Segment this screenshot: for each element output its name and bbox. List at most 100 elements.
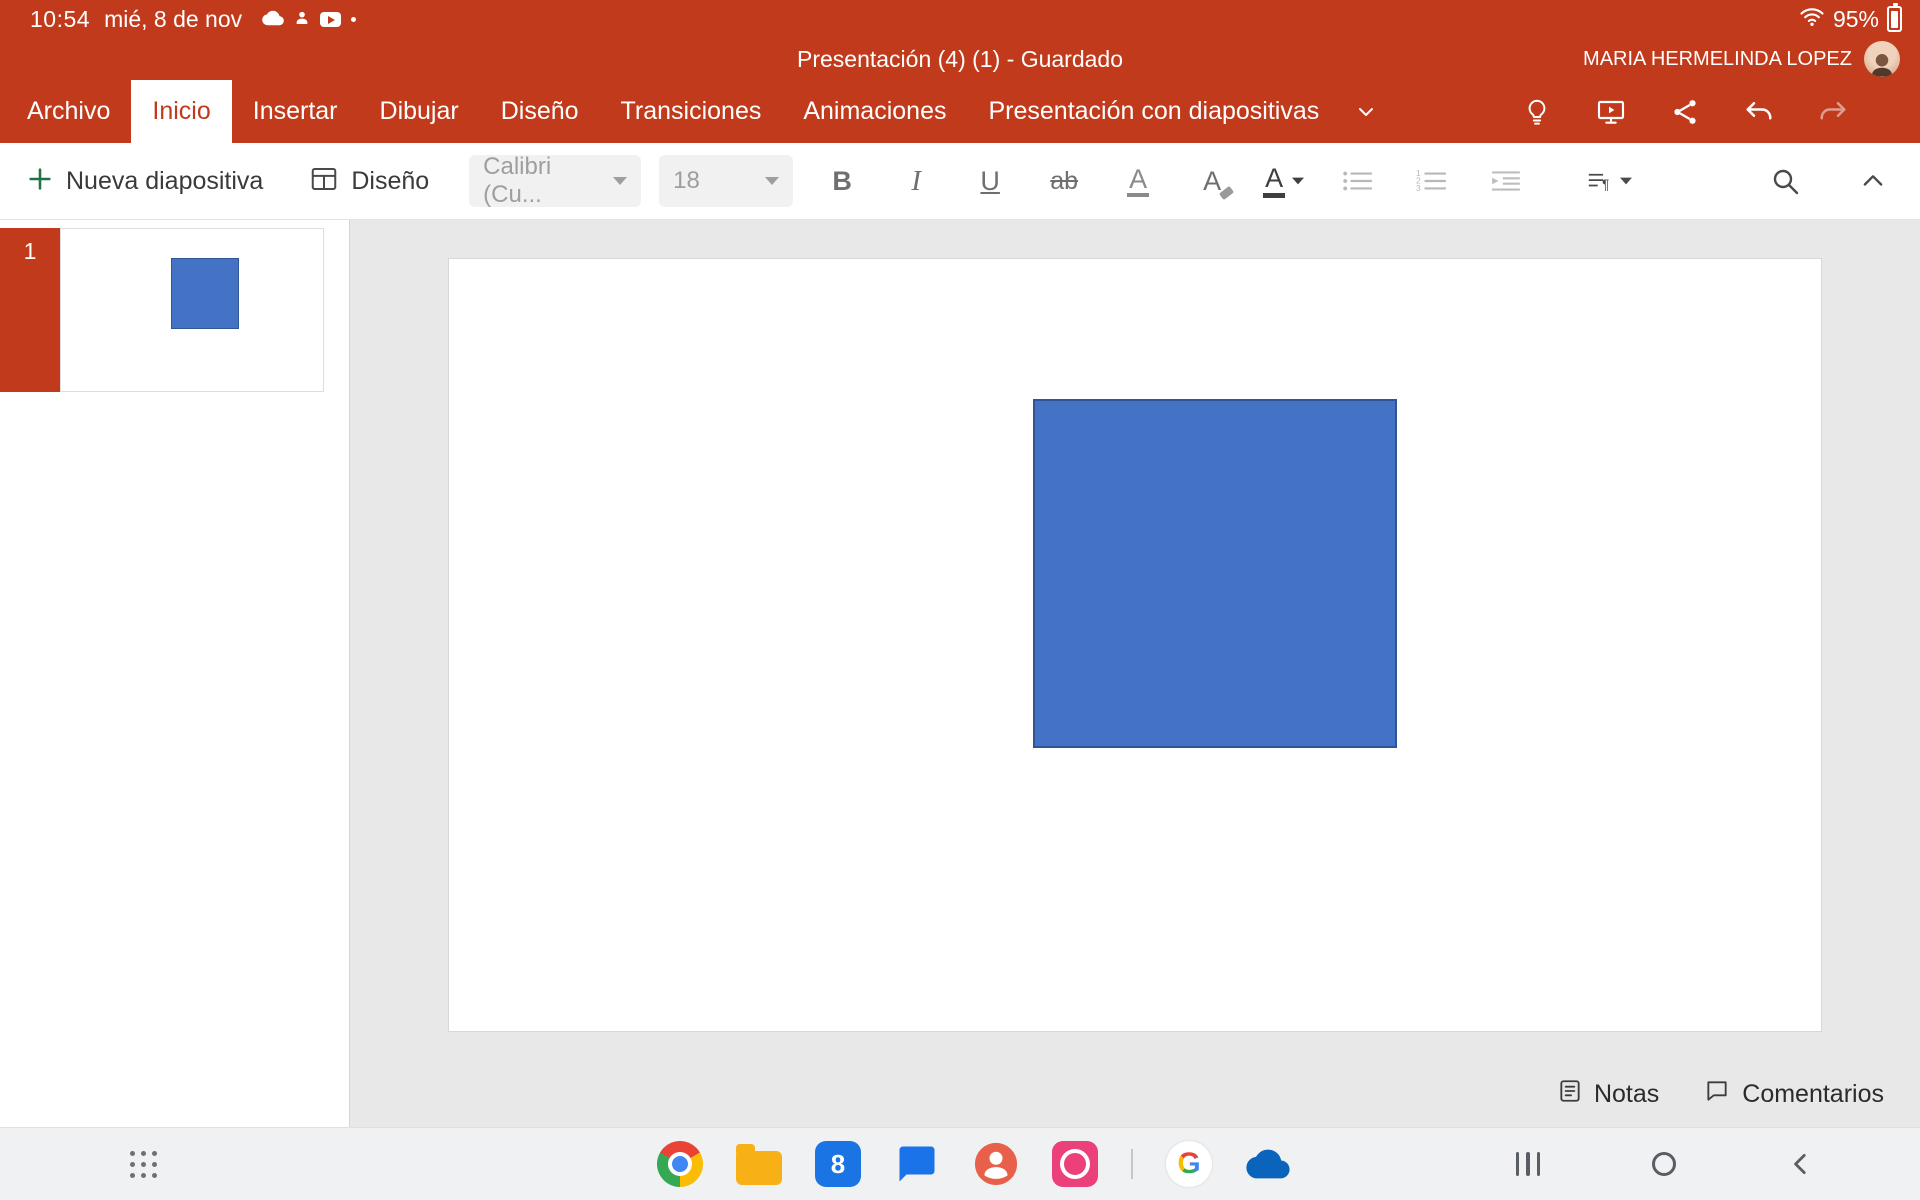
blue-rectangle-shape[interactable] (1033, 399, 1397, 748)
slide-thumbnail-1[interactable]: 1 (0, 228, 349, 392)
svg-text:¶: ¶ (1602, 177, 1609, 192)
collapse-ribbon-chevron-up-icon[interactable] (1856, 164, 1890, 198)
app-dock: 8 G (657, 1141, 1291, 1187)
clear-formatting-button[interactable]: A (1189, 155, 1235, 207)
thumbnail-shape (171, 258, 239, 329)
design-label: Diseño (351, 167, 429, 196)
tab-archivo[interactable]: Archivo (6, 80, 131, 143)
onedrive-icon[interactable] (1245, 1141, 1291, 1187)
powerpoint-app: 10:54 mié, 8 de nov 95% (0, 0, 1920, 1200)
font-color-button[interactable]: A (1263, 155, 1305, 207)
present-slideshow-icon[interactable] (1594, 95, 1628, 129)
notification-icons (262, 6, 356, 33)
tab-inicio[interactable]: Inicio (131, 80, 231, 143)
underline-button[interactable]: U (967, 155, 1013, 207)
home-icon[interactable] (1652, 1152, 1676, 1176)
design-button[interactable]: Diseño (309, 164, 429, 199)
paragraph-formatting-button[interactable]: ¶ (1587, 155, 1633, 207)
font-size-select[interactable]: 18 (659, 155, 793, 207)
wifi-icon (1799, 6, 1825, 33)
font-size-value: 18 (673, 167, 700, 195)
new-slide-button[interactable]: Nueva diapositiva (26, 165, 263, 198)
google-g-label: G (1177, 1147, 1200, 1181)
bold-button[interactable]: B (819, 155, 865, 207)
slide-number: 1 (24, 238, 37, 265)
share-icon[interactable] (1668, 95, 1702, 129)
underline-style-button[interactable]: A (1115, 155, 1161, 207)
android-nav-bar: 8 G (0, 1127, 1920, 1200)
files-folder-icon[interactable] (736, 1141, 782, 1187)
ribbon-actions (1520, 80, 1920, 143)
eraser-icon (1219, 186, 1234, 200)
svg-text:3: 3 (1416, 183, 1421, 193)
redo-icon[interactable] (1816, 95, 1850, 129)
user-avatar[interactable] (1864, 41, 1900, 77)
comments-button[interactable]: Comentarios (1703, 1078, 1884, 1111)
indent-button[interactable] (1483, 155, 1529, 207)
app-header: 10:54 mié, 8 de nov 95% (0, 0, 1920, 143)
chrome-icon[interactable] (657, 1141, 703, 1187)
slide-canvas[interactable] (448, 258, 1822, 1032)
comment-icon (1703, 1078, 1731, 1111)
notes-icon (1557, 1078, 1583, 1111)
font-name-select[interactable]: Calibri (Cu... (469, 155, 641, 207)
battery-icon (1887, 6, 1902, 32)
canvas-footer: Notas Comentarios (1557, 1078, 1884, 1111)
cloud-notification-icon (262, 6, 284, 33)
camera-icon[interactable] (1052, 1141, 1098, 1187)
numbered-list-button[interactable]: 123 (1409, 155, 1455, 207)
contacts-icon[interactable] (973, 1141, 1019, 1187)
assistant-notification-icon (294, 6, 310, 33)
undo-icon[interactable] (1742, 95, 1776, 129)
chevron-down-icon (765, 177, 779, 185)
editor-canvas[interactable]: Notas Comentarios (350, 220, 1920, 1127)
system-navigation (1516, 1151, 1815, 1177)
android-status-bar: 10:54 mié, 8 de nov 95% (0, 0, 1920, 38)
notes-label: Notas (1594, 1080, 1659, 1109)
paragraph-group: 123 ¶ (1335, 155, 1633, 207)
font-format-group: B I U ab A A A (819, 155, 1305, 207)
tab-transiciones[interactable]: Transiciones (600, 80, 783, 143)
comments-label: Comentarios (1742, 1080, 1884, 1109)
tab-dibujar[interactable]: Dibujar (359, 80, 480, 143)
calendar-icon[interactable]: 8 (815, 1141, 861, 1187)
user-name: MARIA HERMELINDA LOPEZ (1583, 48, 1852, 71)
tab-presentacion[interactable]: Presentación con diapositivas (967, 80, 1340, 143)
new-slide-label: Nueva diapositiva (66, 167, 263, 196)
tab-insertar[interactable]: Insertar (232, 80, 359, 143)
calendar-day-label: 8 (831, 1149, 845, 1180)
status-date: mié, 8 de nov (104, 6, 242, 33)
status-left: 10:54 mié, 8 de nov (30, 6, 356, 33)
ideas-lightbulb-icon[interactable] (1520, 95, 1554, 129)
plus-icon (26, 165, 54, 198)
document-title: Presentación (4) (1) - Guardado (797, 46, 1123, 73)
slide-thumbnails-panel: 1 (0, 220, 350, 1127)
bullet-list-button[interactable] (1335, 155, 1381, 207)
title-row: Presentación (4) (1) - Guardado MARIA HE… (0, 38, 1920, 80)
ribbon-chevron-down-icon[interactable] (1354, 100, 1378, 124)
tab-diseno[interactable]: Diseño (480, 80, 600, 143)
google-icon[interactable]: G (1166, 1141, 1212, 1187)
notes-button[interactable]: Notas (1557, 1078, 1659, 1111)
status-right: 95% (1799, 6, 1902, 33)
chevron-down-icon (1620, 178, 1632, 185)
editor-body: 1 Notas (0, 220, 1920, 1127)
formatting-toolbar: Nueva diapositiva Diseño Calibri (Cu... … (0, 143, 1920, 220)
back-icon[interactable] (1788, 1151, 1814, 1177)
italic-button[interactable]: I (893, 155, 939, 207)
layout-icon (309, 164, 339, 199)
slide-selection-strip: 1 (0, 228, 60, 392)
messages-icon[interactable] (894, 1141, 940, 1187)
font-name-value: Calibri (Cu... (483, 153, 613, 209)
tab-animaciones[interactable]: Animaciones (782, 80, 967, 143)
app-drawer-icon[interactable] (130, 1151, 157, 1178)
clock: 10:54 (30, 6, 90, 33)
ribbon-tab-bar: Archivo Inicio Insertar Dibujar Diseño T… (0, 80, 1920, 143)
battery-percent-label: 95% (1833, 6, 1879, 33)
chevron-down-icon (1292, 178, 1304, 185)
account-area[interactable]: MARIA HERMELINDA LOPEZ (1583, 38, 1900, 80)
recent-apps-icon[interactable] (1516, 1152, 1541, 1176)
strikethrough-button[interactable]: ab (1041, 155, 1087, 207)
slide-thumbnail-preview[interactable] (60, 228, 324, 392)
search-icon[interactable] (1768, 164, 1802, 198)
